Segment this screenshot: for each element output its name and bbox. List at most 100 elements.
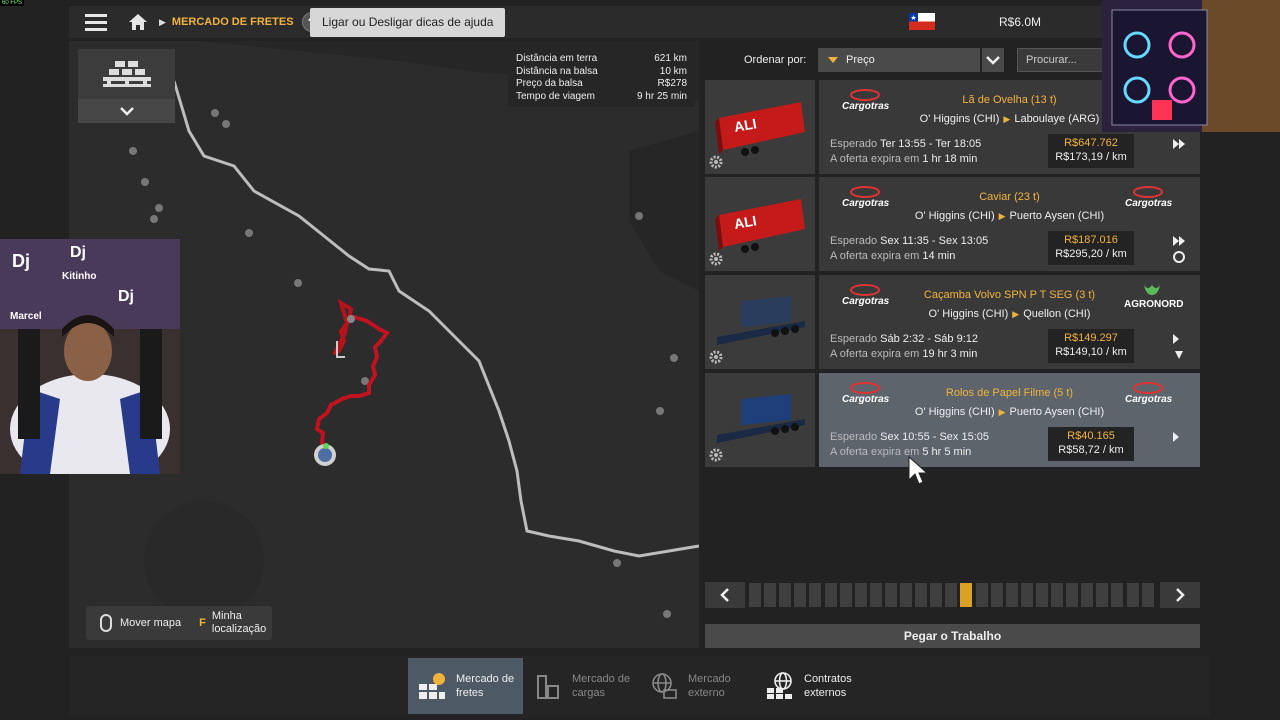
route-info-value: 621 km — [654, 53, 687, 64]
job-offer-row[interactable]: ALI Cargotras Cargotras Caviar (23 t) O'… — [705, 177, 1200, 271]
page-indicator[interactable] — [1005, 583, 1018, 607]
tab-cargo-market[interactable]: Mercado de cargas — [524, 658, 639, 714]
hamburger-icon[interactable] — [69, 6, 123, 38]
page-indicator[interactable] — [824, 583, 837, 607]
page-indicator[interactable] — [960, 583, 973, 607]
page-indicator[interactable] — [749, 583, 761, 607]
tab-external-contracts[interactable]: Contratos externos — [756, 658, 871, 714]
cargo-view-toggle[interactable] — [78, 49, 175, 99]
page-indicator[interactable] — [1035, 583, 1048, 607]
tab-label: Contratos — [804, 673, 852, 685]
job-price: R$149.297 — [1064, 332, 1118, 344]
page-indicator[interactable] — [1051, 583, 1063, 607]
page-indicator[interactable] — [1020, 583, 1033, 607]
page-indicator[interactable] — [779, 583, 792, 607]
route-arrow-icon: ▶ — [1003, 114, 1011, 124]
route-info-label: Tempo de viagem — [516, 90, 595, 102]
page-indicator[interactable] — [1066, 583, 1079, 607]
page-indicator[interactable] — [839, 583, 852, 607]
tab-label: Mercado — [688, 673, 731, 685]
take-job-button[interactable]: Pegar o Trabalho — [705, 624, 1200, 648]
search-input[interactable]: Procurar... — [1017, 48, 1107, 72]
page-indicator[interactable] — [1096, 583, 1109, 607]
tab-label: externos — [804, 687, 847, 699]
destination-city: Puerto Aysen (CHI) — [1009, 406, 1105, 418]
expected-value: Sáb 2:32 - Sáb 9:12 — [880, 333, 979, 345]
price-per-km: R$58,72 / km — [1058, 444, 1124, 456]
expected-value: Ter 13:55 - Ter 18:05 — [879, 138, 982, 150]
external-contracts-icon — [767, 672, 792, 699]
expiry-label: A oferta expira em — [830, 348, 920, 360]
home-icon[interactable] — [123, 6, 153, 38]
tab-external-market[interactable]: Mercado externo — [640, 658, 755, 714]
help-tooltip: Ligar ou Desligar dicas de ajuda — [310, 8, 506, 37]
gear-icon[interactable] — [708, 154, 724, 170]
page-indicator[interactable] — [809, 583, 822, 607]
chevron-down-icon[interactable] — [982, 48, 1004, 72]
page-indicator[interactable] — [945, 583, 958, 607]
expected-time: Esperado Sex 10:55 - Sex 15:05 — [830, 431, 989, 443]
job-route: O' Higgins (CHI) ▶ Puerto Aysen (CHI) — [819, 210, 1200, 222]
route-info-row: Distância em terra 621 km — [516, 53, 687, 66]
page-indicator[interactable] — [975, 583, 988, 607]
job-type-icon — [1173, 334, 1183, 359]
money-balance: R$6.0M — [999, 15, 1042, 29]
expiry-value: 14 min — [922, 250, 956, 262]
expected-time: Esperado Sex 11:35 - Sex 13:05 — [830, 235, 988, 247]
expiry-label: A oferta expira em — [830, 153, 920, 165]
banner-text: Kitinho — [62, 271, 96, 282]
page-indicator[interactable] — [1081, 583, 1094, 607]
job-type-icon — [1173, 432, 1179, 442]
gear-icon[interactable] — [708, 447, 724, 463]
route-info-label: Distância na balsa — [516, 65, 598, 77]
route-info-value: 9 hr 25 min — [636, 90, 687, 102]
sort-value: Preço — [846, 54, 875, 66]
breadcrumb[interactable]: MERCADO DE FRETES — [172, 16, 294, 28]
job-type-icon — [1173, 236, 1185, 263]
tab-freight-market[interactable]: Mercado de fretes — [408, 658, 523, 714]
prev-page-button[interactable] — [705, 582, 745, 608]
route-info-row: Tempo de viagem 9 hr 25 min — [516, 91, 687, 104]
page-indicator[interactable] — [915, 583, 928, 607]
trailer-image — [705, 275, 815, 369]
page-indicator[interactable] — [990, 583, 1003, 607]
expiry-label: A oferta expira em — [830, 446, 920, 458]
gear-icon[interactable] — [708, 349, 724, 365]
sort-select[interactable]: Preço — [818, 48, 980, 72]
my-location-button[interactable]: Minha localização — [212, 610, 266, 636]
job-payment: R$40.165 R$58,72 / km — [1048, 427, 1134, 461]
destination-city: Puerto Aysen (CHI) — [1009, 210, 1105, 222]
next-page-button[interactable] — [1160, 582, 1200, 608]
route-info-label: Preço da balsa — [516, 78, 583, 89]
page-indicator[interactable] — [930, 583, 943, 607]
mouse-icon — [100, 614, 112, 632]
origin-city: O' Higgins (CHI) — [919, 113, 1000, 125]
expected-value: Sex 11:35 - Sex 13:05 — [880, 235, 989, 247]
map-controls-hint: Mover mapa F Minha localização — [86, 606, 272, 640]
tab-label: fretes — [456, 687, 484, 699]
job-details: Cargotras Cargotras Caviar (23 t) O' Hig… — [819, 177, 1200, 271]
page-indicator[interactable] — [900, 583, 912, 607]
page-indicator[interactable] — [1126, 583, 1139, 607]
route-arrow-icon: ▶ — [998, 407, 1006, 417]
page-indicator[interactable] — [1111, 583, 1124, 607]
job-payment: R$647.762 R$173,19 / km — [1048, 134, 1134, 168]
gear-icon[interactable] — [708, 251, 724, 267]
job-offer-row[interactable]: Cargotras AGRONORD Caçamba Volvo SPN P T… — [705, 275, 1200, 369]
offer-expiry: A oferta expira em 19 hr 3 min — [830, 348, 977, 360]
job-price: R$187.016 — [1064, 234, 1118, 246]
page-indicator[interactable] — [1141, 583, 1154, 607]
page-indicator[interactable] — [884, 583, 897, 607]
offer-expiry: A oferta expira em 1 hr 18 min — [830, 153, 977, 165]
freight-market-icon — [419, 673, 445, 699]
cargo-market-icon — [537, 675, 559, 699]
page-indicator[interactable] — [794, 583, 807, 607]
chevron-down-icon[interactable] — [78, 99, 175, 123]
page-indicator[interactable] — [854, 583, 867, 607]
page-indicator[interactable] — [869, 583, 882, 607]
page-indicator[interactable] — [764, 583, 777, 607]
my-location-label-2: localização — [211, 623, 267, 635]
expiry-value: 1 hr 18 min — [922, 153, 978, 165]
job-offer-row[interactable]: Cargotras Cargotras Rolos de Papel Filme… — [705, 373, 1200, 467]
job-payment: R$149.297 R$149,10 / km — [1048, 329, 1134, 363]
